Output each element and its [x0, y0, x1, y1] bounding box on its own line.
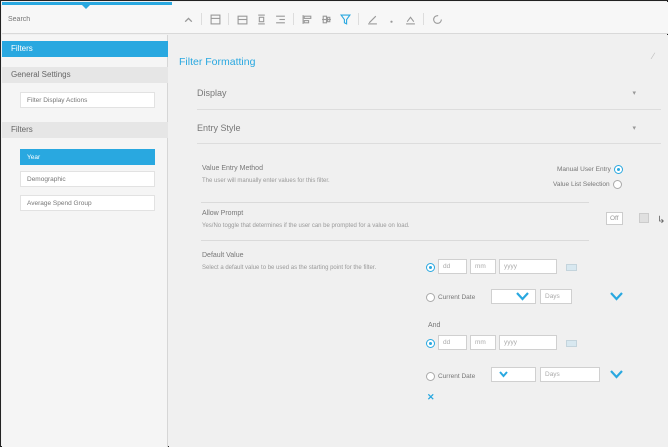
toolbar-divider [423, 13, 424, 25]
active-indicator-icon [82, 5, 90, 9]
value-entry-method-description: The user will manually enter values for … [202, 178, 330, 184]
panel-icon[interactable] [207, 11, 223, 27]
radio-current-date[interactable] [426, 293, 435, 302]
section-entry-style[interactable]: Entry Style [197, 123, 241, 133]
sidebar-section-filters[interactable]: Filters [2, 122, 168, 138]
default-value-label: Default Value [202, 252, 244, 259]
to-unit-select[interactable]: Days [540, 367, 600, 382]
chevron-down-icon[interactable] [497, 370, 510, 381]
toggle-switch[interactable] [639, 213, 649, 223]
sidebar-item-demographic[interactable]: Demographic [20, 171, 155, 187]
calendar-icon[interactable] [566, 340, 577, 347]
clear-icon[interactable]: ✕ [427, 392, 435, 403]
chevron-down-icon[interactable]: ▾ [632, 124, 636, 132]
section-divider [197, 143, 661, 144]
and-label: And [428, 322, 441, 329]
cursor-icon: ↳ [657, 215, 666, 226]
align-left-icon[interactable] [299, 11, 315, 27]
radio-value-list-selection[interactable] [612, 180, 622, 189]
to-year-input[interactable]: yyyy [499, 335, 557, 350]
field-divider [201, 240, 589, 241]
main-panel: Filter Formatting ∕ Display ▾ Entry Styl… [169, 35, 668, 447]
radio-specific-date[interactable] [426, 263, 435, 272]
option-label: Value List Selection [553, 181, 610, 188]
option-label: Manual User Entry [557, 166, 611, 173]
edit-icon[interactable]: ∕ [652, 51, 654, 61]
option-current-date-from[interactable]: Current Date [426, 293, 475, 302]
top-toolbar [2, 2, 668, 34]
allow-prompt-label: Allow Prompt [202, 210, 244, 217]
sidebar: Filters General Settings Filter Display … [2, 35, 168, 447]
chevron-down-icon[interactable] [516, 292, 529, 303]
toolbar-divider [201, 13, 202, 25]
toolbar-divider [358, 13, 359, 25]
align-center-icon[interactable] [253, 11, 269, 27]
allow-prompt-toggle[interactable]: Off [606, 212, 623, 225]
chevron-down-icon[interactable] [610, 370, 623, 381]
option-specific-date-to[interactable] [426, 339, 435, 348]
calendar-icon[interactable] [566, 264, 577, 271]
option-current-date-to[interactable]: Current Date [426, 372, 475, 381]
from-month-input[interactable]: mm [470, 259, 496, 274]
chevron-down-icon[interactable]: ▾ [632, 89, 636, 97]
search-box[interactable] [8, 12, 158, 26]
from-day-input[interactable]: dd [438, 259, 467, 274]
section-display[interactable]: Display [197, 88, 227, 98]
refresh-icon[interactable] [429, 11, 445, 27]
allow-prompt-description: Yes/No toggle that determines if the use… [202, 223, 410, 229]
layout-icon[interactable] [234, 11, 250, 27]
default-value-description: Select a default value to be used as the… [202, 265, 377, 271]
section-divider [197, 109, 661, 110]
share-icon[interactable] [402, 11, 418, 27]
page-title: Filter Formatting [179, 56, 256, 68]
filter-icon[interactable] [337, 11, 353, 27]
sidebar-item-year[interactable]: Year [20, 149, 155, 165]
sidebar-item-filter-display-actions[interactable]: Filter Display Actions [20, 92, 155, 108]
radio-current-date[interactable] [426, 372, 435, 381]
value-entry-method-label: Value Entry Method [202, 165, 263, 172]
indent-icon[interactable] [272, 11, 288, 27]
sidebar-section-general-settings[interactable]: General Settings [2, 67, 168, 83]
option-label: Current Date [438, 373, 476, 380]
radio-specific-date[interactable] [426, 339, 435, 348]
align-middle-icon[interactable] [318, 11, 334, 27]
from-year-input[interactable]: yyyy [499, 259, 557, 274]
option-manual-user-entry[interactable]: Manual User Entry [557, 165, 623, 174]
option-specific-date-from[interactable] [426, 263, 435, 272]
to-month-input[interactable]: mm [470, 335, 496, 350]
toolbar-divider [228, 13, 229, 25]
dot-icon[interactable] [383, 11, 399, 27]
from-unit-select[interactable]: Days [540, 289, 572, 304]
option-value-list-selection[interactable]: Value List Selection [553, 180, 622, 189]
to-day-input[interactable]: dd [438, 335, 467, 350]
app-window: Filters General Settings Filter Display … [0, 0, 668, 447]
chevron-down-icon[interactable] [610, 292, 623, 303]
field-divider [201, 202, 589, 203]
sidebar-item-average-spend-group[interactable]: Average Spend Group [20, 195, 155, 211]
radio-manual-user-entry[interactable] [613, 165, 623, 174]
search-input[interactable] [8, 12, 158, 26]
formatting-toolbar [180, 11, 448, 27]
collapse-icon[interactable] [180, 11, 196, 27]
from-offset-select[interactable] [491, 289, 536, 304]
pen-icon[interactable] [364, 11, 380, 27]
sidebar-header-filters[interactable]: Filters [2, 41, 168, 57]
option-label: Current Date [438, 294, 476, 301]
toolbar-divider [293, 13, 294, 25]
